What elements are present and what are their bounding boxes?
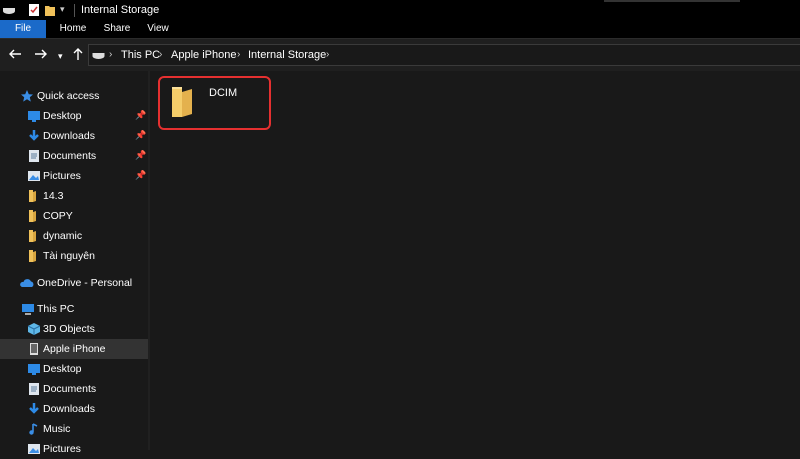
music-icon (27, 422, 41, 436)
breadcrumb-internal-storage[interactable]: Internal Storage (248, 49, 326, 61)
sidebar-item-label: Apple iPhone (43, 343, 106, 355)
sidebar-item-music[interactable]: Music (0, 419, 148, 439)
new-folder-icon[interactable] (44, 3, 56, 20)
recent-locations-icon[interactable]: ▾ (58, 49, 63, 63)
folder-icon (27, 189, 41, 203)
pictures-icon (27, 442, 41, 456)
this-pc-icon (21, 302, 35, 316)
desktop-icon (27, 362, 41, 376)
forward-arrow-icon[interactable] (34, 47, 48, 63)
star-icon (20, 89, 34, 103)
customize-toolbar-icon[interactable]: ▾ (60, 4, 65, 15)
sidebar-item-label: Tài nguyên (43, 250, 95, 262)
tab-share[interactable]: Share (100, 20, 134, 38)
sidebar-item-label: Pictures (43, 443, 81, 455)
sidebar-item-label: This PC (37, 303, 75, 315)
3d-objects-icon (27, 322, 41, 336)
pin-icon[interactable]: 📌 (135, 170, 146, 181)
sidebar-item-label: Desktop (43, 363, 82, 375)
sidebar-item-label: Documents (43, 150, 97, 162)
sidebar-item-label: COPY (43, 210, 73, 222)
sidebar-item-documents-pc[interactable]: Documents (0, 379, 148, 399)
title-separator (74, 4, 75, 17)
documents-icon (27, 382, 41, 396)
desktop-icon (27, 109, 41, 123)
iphone-icon (27, 342, 41, 356)
sidebar-item-label: Documents (43, 383, 97, 395)
sidebar-item-tai-nguyen[interactable]: Tài nguyên (0, 246, 148, 266)
tab-home[interactable]: Home (55, 20, 91, 38)
up-arrow-icon[interactable] (72, 47, 84, 63)
sidebar-item-label: Music (43, 423, 71, 435)
breadcrumb-apple-iphone[interactable]: Apple iPhone (171, 49, 236, 61)
folder-icon (27, 229, 41, 243)
downloads-icon (27, 129, 41, 143)
pin-icon[interactable]: 📌 (135, 130, 146, 141)
sidebar-item-label: Downloads (43, 130, 95, 142)
sidebar-item-14-3[interactable]: 14.3 (0, 186, 148, 206)
pin-icon[interactable]: 📌 (135, 150, 146, 161)
sidebar-item-pictures[interactable]: Pictures 📌 (0, 166, 148, 186)
chevron-right-icon[interactable]: › (326, 49, 329, 60)
sidebar-item-documents[interactable]: Documents 📌 (0, 146, 148, 166)
sidebar-item-downloads[interactable]: Downloads 📌 (0, 126, 148, 146)
onedrive-cloud-icon (19, 276, 34, 290)
sidebar-item-label: Pictures (43, 170, 81, 182)
sidebar-item-desktop-pc[interactable]: Desktop (0, 359, 148, 379)
downloads-icon (27, 402, 41, 416)
navigation-bar: ▾ › This PC › Apple iPhone › Internal St… (0, 39, 800, 71)
sidebar-item-desktop[interactable]: Desktop 📌 (0, 106, 148, 126)
ribbon-tabs: File Home Share View (0, 20, 800, 38)
title-blank (604, 0, 740, 2)
address-bar[interactable]: › This PC › Apple iPhone › Internal Stor… (88, 44, 800, 66)
sidebar-item-label: 14.3 (43, 190, 64, 202)
highlight-box (158, 76, 271, 130)
title-bar: ▾ Internal Storage (0, 0, 800, 20)
sidebar-item-apple-iphone[interactable]: Apple iPhone (0, 339, 148, 359)
sidebar-item-label: Desktop (43, 110, 82, 122)
window-title: Internal Storage (81, 4, 160, 16)
sidebar-item-pictures-pc[interactable]: Pictures (0, 439, 148, 459)
sidebar-item-label: dynamic (43, 230, 83, 242)
properties-icon[interactable] (28, 3, 40, 20)
breadcrumb-this-pc[interactable]: This PC (121, 49, 160, 61)
sidebar-item-label: OneDrive - Personal (37, 277, 133, 289)
folder-icon (27, 249, 41, 263)
sidebar-item-downloads-pc[interactable]: Downloads (0, 399, 148, 419)
drive-icon (2, 3, 16, 20)
sidebar-item-label: Quick access (37, 90, 100, 102)
sidebar-item-3d-objects[interactable]: 3D Objects (0, 319, 148, 339)
sidebar-item-this-pc[interactable]: This PC (0, 299, 148, 319)
back-arrow-icon[interactable] (8, 47, 22, 63)
sidebar-item-label: 3D Objects (43, 323, 95, 335)
sidebar-item-onedrive[interactable]: OneDrive - Personal (0, 273, 148, 293)
chevron-right-icon[interactable]: › (159, 49, 162, 60)
chevron-right-icon[interactable]: › (237, 49, 240, 60)
documents-icon (27, 149, 41, 163)
navigation-pane: Quick access Desktop 📌 Downloads 📌 Docum… (0, 71, 148, 455)
sidebar-item-copy[interactable]: COPY (0, 206, 148, 226)
pin-icon[interactable]: 📌 (135, 110, 146, 121)
pictures-icon (27, 169, 41, 183)
chevron-right-icon[interactable]: › (109, 49, 112, 60)
sidebar-item-quick-access[interactable]: Quick access (0, 86, 148, 106)
tab-view[interactable]: View (143, 20, 173, 38)
folder-icon (27, 209, 41, 223)
tab-file[interactable]: File (0, 20, 46, 38)
sidebar-item-dynamic[interactable]: dynamic (0, 226, 148, 246)
device-icon (92, 50, 105, 63)
sidebar-item-label: Downloads (43, 403, 95, 415)
